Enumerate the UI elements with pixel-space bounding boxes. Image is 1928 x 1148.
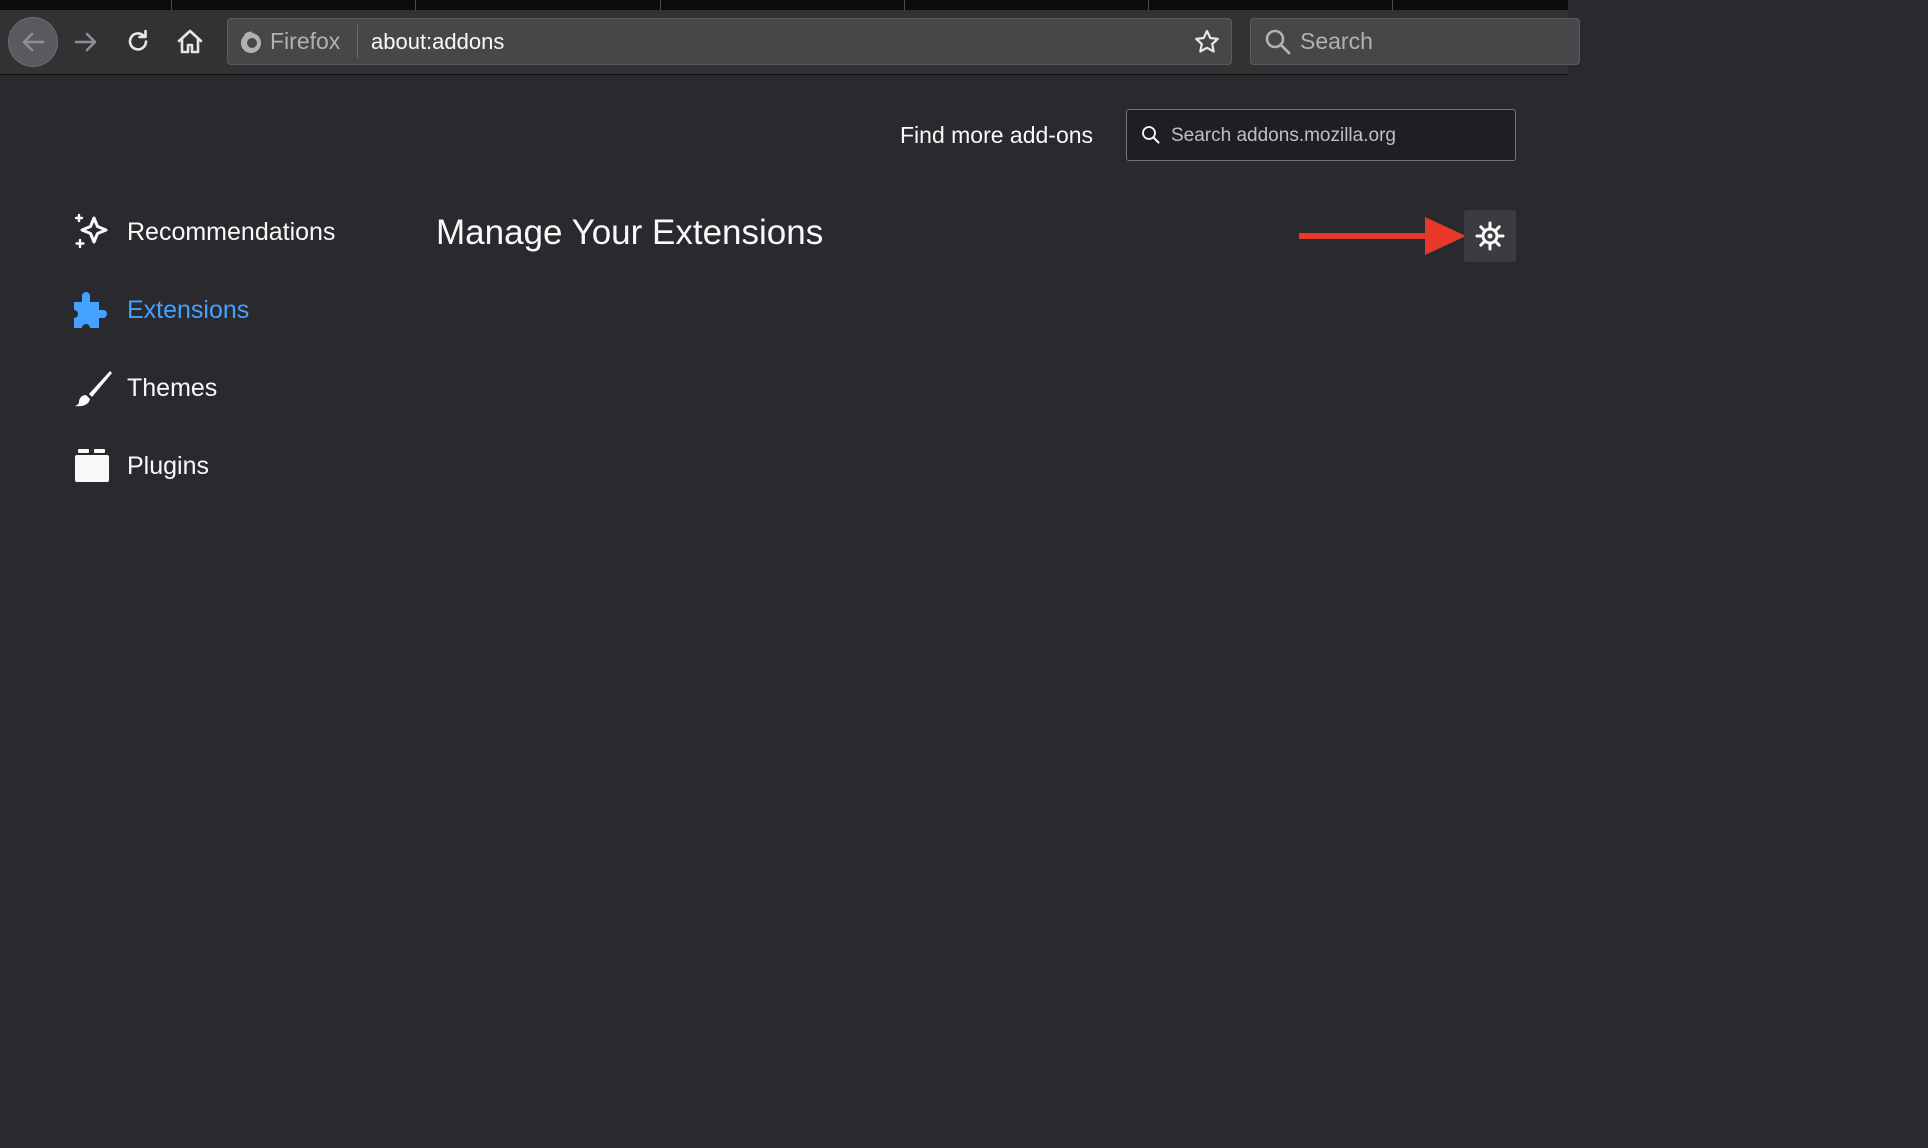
tab-separator [904, 0, 905, 10]
tab-separator [415, 0, 416, 10]
find-more-addons-label: Find more add-ons [900, 122, 1094, 148]
amo-search-box[interactable] [1126, 109, 1516, 162]
tab-separator [171, 0, 172, 10]
home-icon [177, 29, 203, 54]
navigation-toolbar: Firefox about:addons Search [0, 10, 1580, 75]
tools-gear-button[interactable] [1464, 210, 1516, 262]
browser-search-bar[interactable]: Search [1250, 18, 1580, 65]
forward-button[interactable] [62, 18, 110, 66]
back-button[interactable] [8, 17, 58, 67]
firefox-logo-icon [241, 31, 261, 53]
sidebar-item-label: Themes [127, 373, 218, 402]
annotation-arrow-icon [1299, 217, 1466, 255]
paintbrush-icon [72, 368, 112, 408]
amo-search-input[interactable] [1169, 110, 1503, 162]
sidebar-item-label: Plugins [127, 451, 209, 480]
url-bar[interactable]: Firefox about:addons [227, 18, 1232, 65]
puzzle-piece-icon [72, 290, 112, 330]
tab-separator [1392, 0, 1393, 10]
identity-box[interactable]: Firefox [238, 19, 340, 64]
identity-label: Firefox [270, 28, 341, 54]
sidebar-item-themes[interactable]: Themes [72, 366, 217, 410]
arrow-right-icon [74, 32, 97, 52]
plugin-block-icon [72, 446, 112, 486]
gear-icon [1475, 221, 1505, 251]
reload-button[interactable] [114, 18, 162, 66]
home-button[interactable] [166, 18, 214, 66]
tab-separator [1148, 0, 1149, 10]
browser-search-placeholder: Search [1300, 28, 1373, 54]
sidebar-item-extensions[interactable]: Extensions [72, 288, 249, 332]
arrow-left-icon [22, 32, 45, 52]
sidebar-item-label: Recommendations [127, 217, 336, 246]
sidebar-item-plugins[interactable]: Plugins [72, 444, 209, 488]
addons-page: Find more add-ons Recommendations Extens… [0, 75, 1568, 934]
page-title: Manage Your Extensions [436, 213, 824, 252]
sparkle-icon [72, 212, 112, 252]
search-icon [1265, 29, 1291, 55]
url-text[interactable]: about:addons [371, 19, 504, 64]
identity-separator [357, 25, 358, 58]
search-icon [1142, 126, 1160, 144]
sidebar-item-recommendations[interactable]: Recommendations [72, 210, 335, 254]
bookmark-star-icon[interactable] [1193, 28, 1221, 56]
reload-icon [128, 29, 148, 51]
tab-strip [0, 0, 1568, 10]
tab-separator [660, 0, 661, 10]
sidebar-item-label: Extensions [127, 295, 250, 324]
